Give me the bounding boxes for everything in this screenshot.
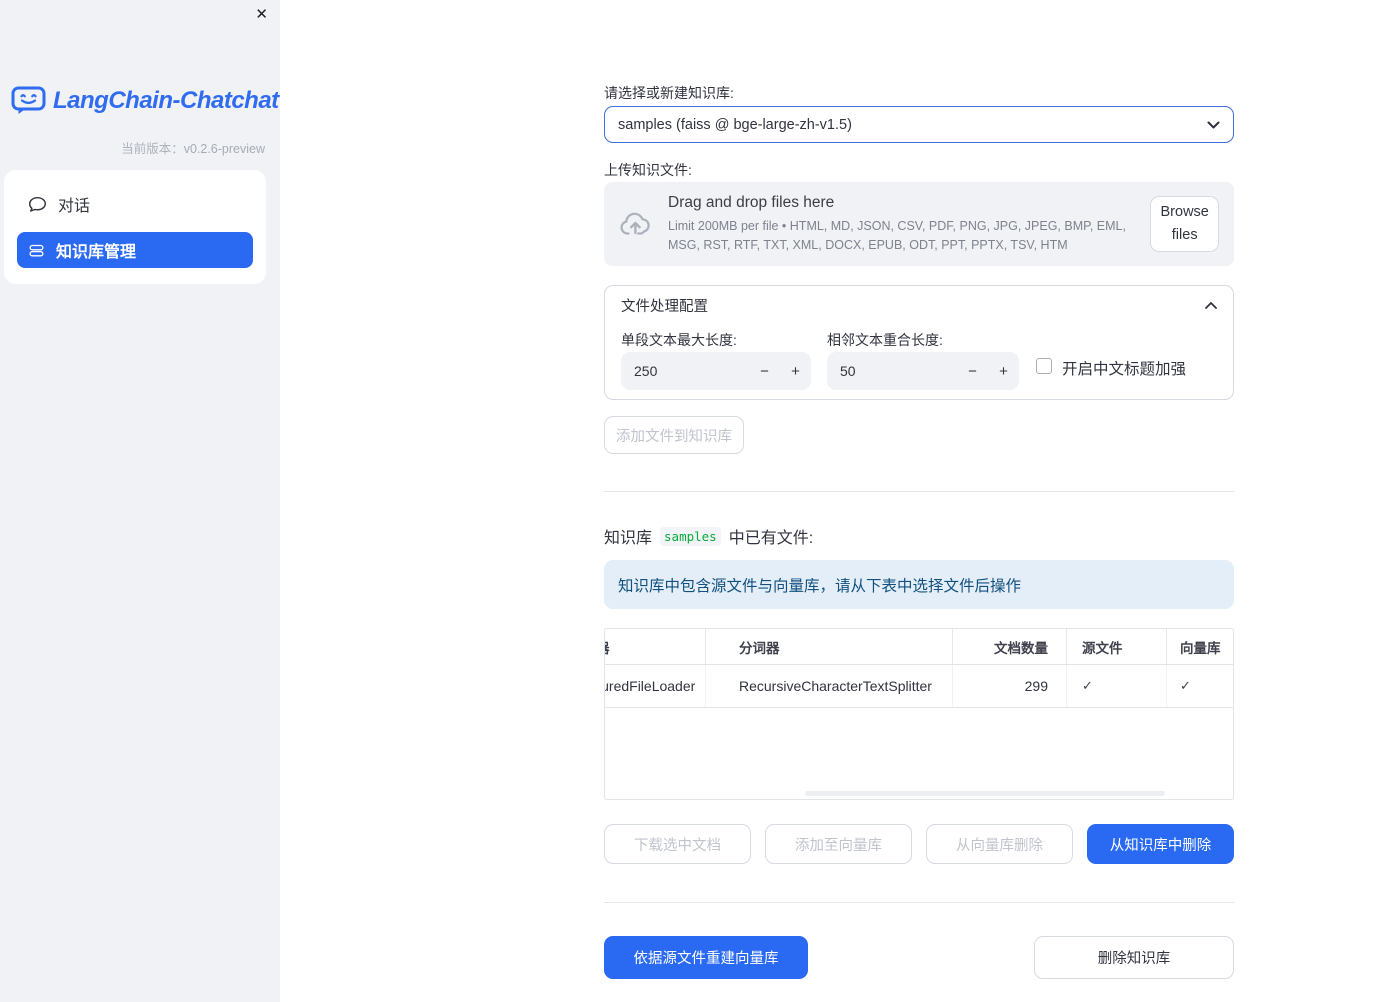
add-files-to-kb-button[interactable]: 添加文件到知识库 — [604, 416, 744, 454]
cell-vector-store-check: ✓ — [1166, 665, 1233, 707]
overlap-size-minus-button[interactable]: − — [957, 352, 988, 390]
table-horizontal-scrollbar[interactable] — [805, 791, 1165, 796]
file-dropzone[interactable]: Drag and drop files here Limit 200MB per… — [604, 182, 1234, 266]
kb-name-code: samples — [660, 526, 721, 546]
rebuild-vectorstore-button[interactable]: 依据源文件重建向量库 — [604, 936, 808, 979]
file-config-title: 文件处理配置 — [621, 298, 708, 315]
chunk-size-input[interactable] — [621, 363, 749, 379]
kb-files-heading: 知识库 samples 中已有文件: — [604, 526, 814, 547]
divider — [604, 491, 1234, 492]
kb-select-label: 请选择或新建知识库: — [604, 85, 734, 101]
browse-files-button[interactable]: Browse files — [1150, 195, 1219, 253]
chunk-size-input-group: − + — [621, 352, 811, 390]
overlap-size-label: 相邻文本重合长度: — [827, 332, 943, 348]
sidebar: ✕ LangChain-Chatchat 当前版本：v0.2.6-preview — [0, 0, 280, 1002]
kb-files-table[interactable]: 文档加载器 分词器 文档数量 源文件 向量库 UnstructuredFileL… — [604, 628, 1234, 800]
col-header-source-file[interactable]: 源文件 — [1066, 629, 1166, 664]
chevron-up-icon — [1205, 301, 1217, 309]
kb-select[interactable]: samples (faiss @ bge-large-zh-v1.5) — [604, 106, 1234, 143]
file-config-expander-header[interactable]: 文件处理配置 — [605, 286, 1233, 324]
overlap-size-input-group: − + — [827, 352, 1019, 390]
col-header-doc-count[interactable]: 文档数量 — [952, 629, 1066, 664]
app-logo: LangChain-Chatchat — [11, 86, 279, 115]
logo-text: LangChain-Chatchat — [53, 86, 279, 114]
chevron-down-icon — [1207, 121, 1220, 129]
cell-splitter: RecursiveCharacterTextSplitter — [705, 665, 952, 707]
col-header-splitter[interactable]: 分词器 — [705, 629, 952, 664]
file-config-expander: 文件处理配置 单段文本最大长度: − + 相邻文本重合长度: − + — [604, 285, 1234, 400]
sidebar-nav: 对话 知识库管理 — [4, 170, 266, 284]
app-root: ✕ LangChain-Chatchat 当前版本：v0.2.6-preview — [0, 0, 1380, 1002]
cloud-upload-icon — [619, 211, 652, 238]
chat-bubble-icon — [28, 196, 47, 213]
sidebar-item-kb-management[interactable]: 知识库管理 — [17, 232, 253, 268]
delete-from-vectorstore-button[interactable]: 从向量库删除 — [926, 824, 1073, 864]
chunk-size-minus-button[interactable]: − — [749, 352, 780, 390]
upload-label: 上传知识文件: — [604, 162, 692, 178]
dropzone-title: Drag and drop files here — [668, 194, 835, 212]
sidebar-item-chat[interactable]: 对话 — [17, 186, 253, 222]
sidebar-close-icon[interactable]: ✕ — [255, 7, 268, 22]
sidebar-item-label: 知识库管理 — [56, 244, 137, 261]
delete-kb-button[interactable]: 删除知识库 — [1034, 936, 1234, 979]
logo-chat-smiley-icon — [11, 86, 46, 115]
add-to-vectorstore-button[interactable]: 添加至向量库 — [765, 824, 912, 864]
version-label: 当前版本：v0.2.6-preview — [121, 142, 265, 156]
chunk-size-plus-button[interactable]: + — [780, 352, 811, 390]
main-content: 请选择或新建知识库: samples (faiss @ bge-large-zh… — [604, 0, 1234, 1002]
kb-list-icon — [28, 242, 45, 259]
sidebar-item-label: 对话 — [58, 198, 91, 215]
cell-doc-count: 299 — [952, 665, 1066, 707]
download-selected-button[interactable]: 下载选中文档 — [604, 824, 751, 864]
cell-source-file-check: ✓ — [1066, 665, 1166, 707]
table-row[interactable]: UnstructuredFileLoader RecursiveCharacte… — [605, 665, 1233, 708]
zh-title-checkbox-label: 开启中文标题加强 — [1062, 361, 1187, 378]
divider — [604, 902, 1234, 903]
cell-loader: UnstructuredFileLoader — [605, 678, 696, 694]
col-header-vector-store[interactable]: 向量库 — [1166, 629, 1233, 664]
delete-from-kb-button[interactable]: 从知识库中删除 — [1087, 824, 1234, 864]
overlap-size-plus-button[interactable]: + — [988, 352, 1019, 390]
dropzone-text: Drag and drop files here Limit 200MB per… — [668, 194, 1134, 253]
kb-select-value: samples (faiss @ bge-large-zh-v1.5) — [618, 116, 852, 133]
col-header-loader[interactable]: 文档加载器 — [605, 629, 705, 664]
zh-title-checkbox[interactable] — [1036, 358, 1052, 374]
chunk-size-label: 单段文本最大长度: — [621, 332, 737, 348]
overlap-size-input[interactable] — [827, 363, 957, 379]
file-actions-row: 下载选中文档 添加至向量库 从向量库删除 从知识库中删除 — [604, 824, 1234, 864]
table-header-row: 文档加载器 分词器 文档数量 源文件 向量库 — [605, 629, 1233, 665]
dropzone-limit-text: Limit 200MB per file • HTML, MD, JSON, C… — [668, 219, 1126, 252]
info-alert: 知识库中包含源文件与向量库，请从下表中选择文件后操作 — [604, 560, 1234, 609]
